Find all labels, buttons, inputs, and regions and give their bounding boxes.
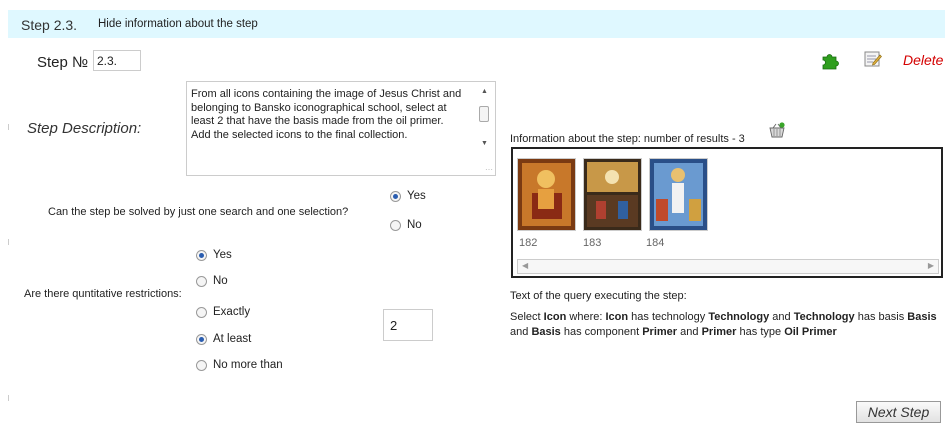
step-description-textarea[interactable]: From all icons containing the image of J…: [186, 81, 496, 176]
result-thumbnail-182[interactable]: [517, 158, 576, 231]
single-search-yes[interactable]: Yes: [390, 190, 426, 202]
step-description-text: From all icons containing the image of J…: [191, 88, 462, 141]
scroll-up-icon[interactable]: ▲: [481, 88, 488, 95]
option-label: At least: [213, 333, 252, 345]
query-term: Primer: [701, 326, 737, 338]
single-search-question: Can the step be solved by just one searc…: [48, 206, 349, 218]
results-panel: 182 183 184 ◀ ▶: [511, 147, 943, 278]
restrictions-question: Are there quntitative restrictions:: [24, 288, 182, 300]
restriction-at-least[interactable]: At least: [196, 333, 251, 345]
step-title: Step 2.3.: [21, 17, 78, 33]
option-label: Yes: [407, 190, 426, 202]
basket-icon[interactable]: [768, 122, 786, 138]
query-text: Select Icon where: Icon has technology T…: [510, 310, 940, 340]
radio-icon[interactable]: [196, 275, 207, 287]
scroll-down-icon[interactable]: ▼: [481, 140, 488, 147]
delete-link[interactable]: Delete: [903, 52, 943, 68]
next-step-button[interactable]: Next Step: [856, 401, 941, 423]
scroll-thumb[interactable]: [479, 106, 489, 122]
option-label: No more than: [213, 359, 283, 371]
radio-icon[interactable]: [196, 306, 207, 318]
result-id: 183: [583, 237, 602, 249]
results-scrollbar[interactable]: ◀ ▶: [517, 259, 939, 274]
query-term: Technology: [793, 311, 855, 323]
radio-icon[interactable]: [390, 219, 401, 231]
radio-icon[interactable]: [390, 190, 401, 202]
option-label: Yes: [213, 249, 232, 261]
scroll-left-icon[interactable]: ◀: [522, 261, 528, 270]
restrictions-yes[interactable]: Yes: [196, 249, 232, 261]
query-term: Primer: [642, 326, 678, 338]
result-id: 184: [646, 237, 665, 249]
query-term: Oil Primer: [784, 326, 837, 338]
step-number-input[interactable]: 2.3.: [93, 50, 141, 71]
edge-tick: [8, 239, 9, 245]
puzzle-icon[interactable]: [820, 50, 840, 70]
edit-icon[interactable]: [864, 50, 882, 68]
hide-info-link[interactable]: Hide information about the step: [98, 18, 258, 30]
radio-icon[interactable]: [196, 249, 207, 261]
edge-tick: [8, 124, 9, 130]
radio-icon[interactable]: [196, 333, 207, 345]
query-term: Basis: [907, 311, 937, 323]
option-label: No: [407, 219, 422, 231]
icon-image-184: [650, 159, 707, 230]
restriction-count-input[interactable]: 2: [383, 309, 433, 341]
scroll-right-icon[interactable]: ▶: [928, 261, 934, 270]
option-label: Exactly: [213, 306, 251, 318]
results-info-label: Information about the step: number of re…: [510, 133, 745, 145]
option-label: No: [213, 275, 228, 287]
step-number-label: Step № :: [37, 54, 97, 71]
restriction-exactly[interactable]: Exactly: [196, 306, 250, 318]
radio-icon[interactable]: [196, 359, 207, 371]
query-term: Technology: [708, 311, 770, 323]
icon-image-182: [518, 159, 575, 230]
query-text-content: Select Icon where: Icon has technology T…: [510, 311, 937, 338]
result-thumbnail-184[interactable]: [649, 158, 708, 231]
single-search-no[interactable]: No: [390, 219, 422, 231]
query-term: Basis: [531, 326, 561, 338]
edge-tick: [8, 395, 9, 401]
query-term: Icon: [543, 311, 567, 323]
step-header: Step 2.3. Hide information about the ste…: [8, 10, 945, 38]
restriction-no-more-than[interactable]: No more than: [196, 359, 283, 371]
query-term: Icon: [605, 311, 629, 323]
resize-handle-icon[interactable]: ⋯: [485, 165, 493, 174]
description-scrollbar[interactable]: ▲ ▼: [478, 84, 492, 154]
step-description-label: Step Description:: [27, 120, 142, 137]
query-label: Text of the query executing the step:: [510, 290, 687, 302]
result-id: 182: [519, 237, 538, 249]
result-thumbnail-183[interactable]: [583, 158, 642, 231]
restrictions-no[interactable]: No: [196, 275, 228, 287]
icon-image-183: [584, 159, 641, 230]
